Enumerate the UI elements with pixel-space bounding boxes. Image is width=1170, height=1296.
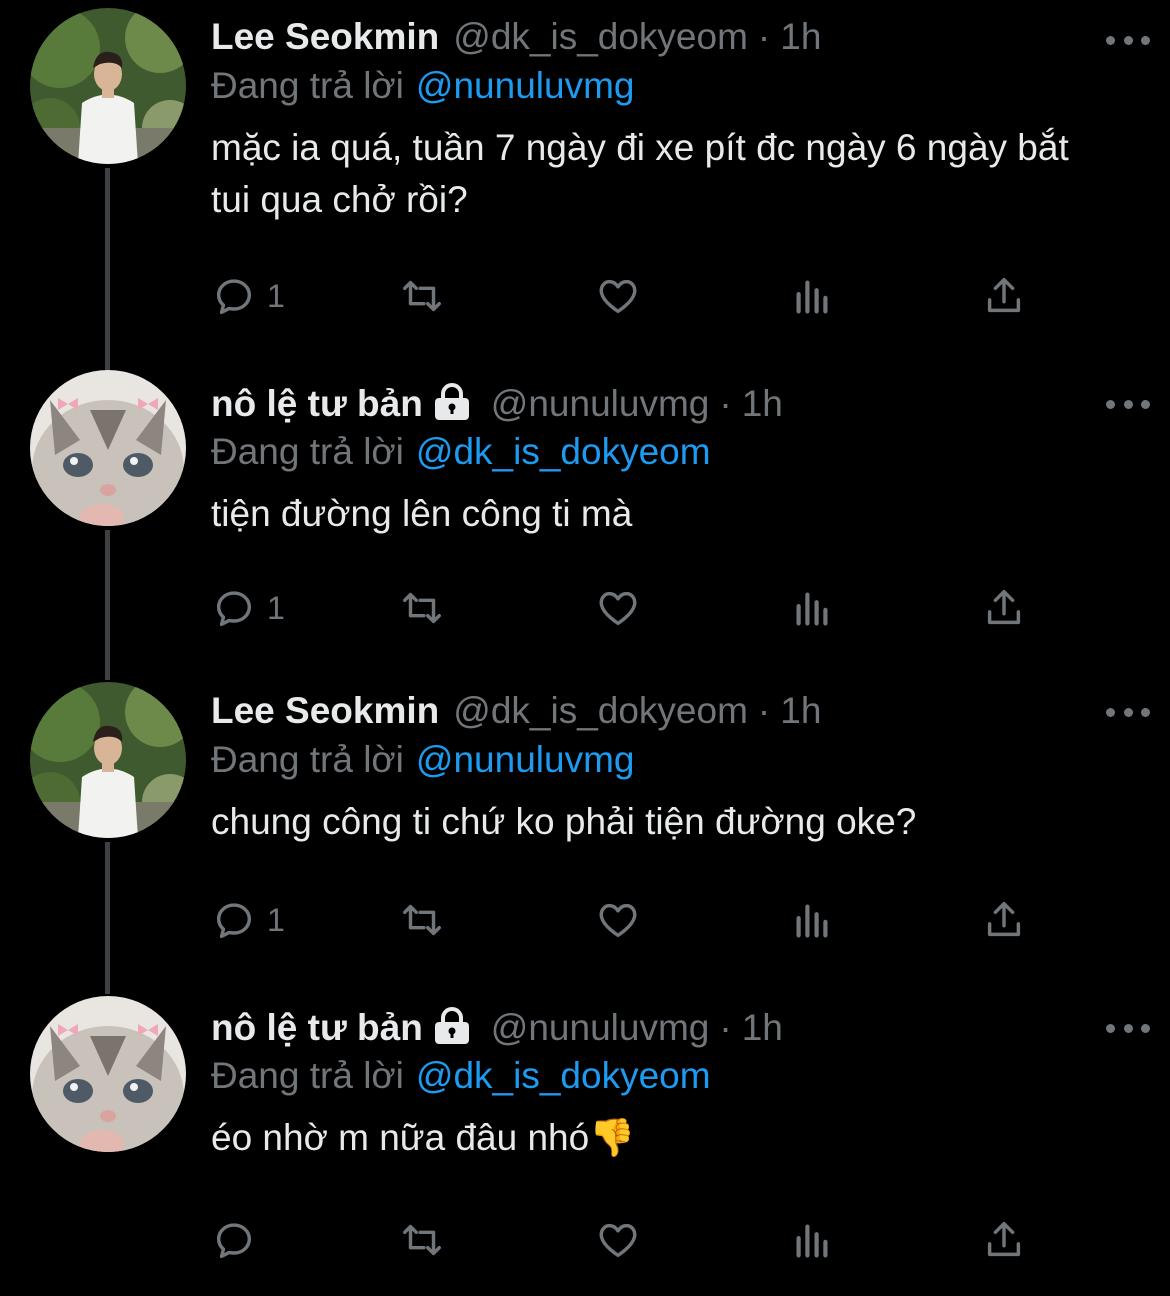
separator-dot: · <box>719 383 732 424</box>
replying-to-label: Đang trả lời <box>211 65 404 106</box>
avatar[interactable] <box>30 996 186 1152</box>
reply-count: 1 <box>267 901 285 938</box>
separator-dot: · <box>757 16 771 57</box>
tweet[interactable]: nô lệ tư bản @nunuluvmg · 1h Đang trả lờ… <box>0 992 1170 1296</box>
timestamp[interactable]: 1h <box>742 1003 783 1053</box>
retweet-button[interactable] <box>399 890 445 950</box>
replying-to-handle[interactable]: @dk_is_dokyeom <box>416 431 711 472</box>
heart-icon <box>599 903 637 938</box>
heart-icon <box>599 1223 637 1258</box>
like-button[interactable] <box>595 890 641 950</box>
avatar[interactable] <box>30 370 186 526</box>
timestamp[interactable]: 1h <box>742 379 783 429</box>
views-chart-icon <box>796 904 828 938</box>
user-handle[interactable]: @nunuluvmg <box>491 1003 710 1053</box>
views-button[interactable] <box>789 266 835 326</box>
tweet-actions: 1 <box>211 578 1041 638</box>
like-button[interactable] <box>595 1210 641 1270</box>
share-icon <box>987 901 1021 937</box>
display-name[interactable]: Lee Seokmin <box>211 686 439 736</box>
retweet-icon <box>403 904 441 936</box>
tweet-text: chung công ti chứ ko phải tiện đường oke… <box>211 801 917 842</box>
display-name[interactable]: Lee Seokmin <box>211 12 439 62</box>
tweet-actions: 1 <box>211 266 1041 326</box>
tweet-text: mặc ia quá, tuần 7 ngày đi xe pít đc ngà… <box>211 127 1080 220</box>
timestamp[interactable]: 1h <box>780 12 821 62</box>
lock-icon <box>434 1007 469 1044</box>
reply-count: 1 <box>267 589 285 626</box>
retweet-button[interactable] <box>399 266 445 326</box>
replying-to-label: Đang trả lời <box>211 431 404 472</box>
retweet-button[interactable] <box>399 578 445 638</box>
views-button[interactable] <box>789 890 835 950</box>
more-options-icon[interactable] <box>1106 1018 1150 1038</box>
share-button[interactable] <box>981 578 1027 638</box>
more-options-icon[interactable] <box>1106 394 1150 414</box>
replying-to-handle[interactable]: @dk_is_dokyeom <box>416 1055 711 1096</box>
user-handle[interactable]: @dk_is_dokyeom <box>453 12 748 62</box>
views-button[interactable] <box>789 1210 835 1270</box>
reply-icon <box>216 903 252 939</box>
tweet-actions <box>211 1210 1041 1270</box>
replying-to-label: Đang trả lời <box>211 739 404 780</box>
tweet[interactable]: nô lệ tư bản @nunuluvmg · 1h Đang trả lờ… <box>0 360 1170 680</box>
avatar[interactable] <box>30 682 186 838</box>
share-button[interactable] <box>981 890 1027 950</box>
share-icon <box>987 277 1021 313</box>
more-options-icon[interactable] <box>1106 30 1150 50</box>
retweet-icon <box>403 592 441 624</box>
heart-icon <box>599 279 637 314</box>
reply-button[interactable]: 1 <box>211 578 285 638</box>
user-handle[interactable]: @nunuluvmg <box>491 379 710 429</box>
tweet-text: éo nhờ m nữa đâu nhó👎 <box>211 1117 636 1158</box>
display-name[interactable]: nô lệ tư bản <box>211 1003 423 1053</box>
reply-icon <box>216 279 252 315</box>
replying-to-handle[interactable]: @nunuluvmg <box>416 739 635 780</box>
avatar[interactable] <box>30 8 186 164</box>
share-icon <box>987 1221 1021 1257</box>
views-chart-icon <box>796 1224 828 1258</box>
retweet-icon <box>403 1224 441 1256</box>
lock-icon <box>434 383 469 420</box>
user-handle[interactable]: @dk_is_dokyeom <box>453 686 748 736</box>
replying-to-label: Đang trả lời <box>211 1055 404 1096</box>
separator-dot: · <box>719 1007 732 1048</box>
reply-button[interactable]: 1 <box>211 266 285 326</box>
retweet-button[interactable] <box>399 1210 445 1270</box>
profile-photo-kitten <box>30 370 186 526</box>
share-button[interactable] <box>981 1210 1027 1270</box>
replying-to-handle[interactable]: @nunuluvmg <box>416 65 635 106</box>
display-name[interactable]: nô lệ tư bản <box>211 379 423 429</box>
more-options-icon[interactable] <box>1106 702 1150 722</box>
share-button[interactable] <box>981 266 1027 326</box>
tweet-thread: Lee Seokmin @dk_is_dokyeom · 1h Đang trả… <box>0 0 1170 1296</box>
separator-dot: · <box>757 690 771 731</box>
reply-icon <box>216 1223 252 1259</box>
tweet[interactable]: Lee Seokmin @dk_is_dokyeom · 1h Đang trả… <box>0 0 1170 360</box>
views-chart-icon <box>796 280 828 314</box>
reply-button[interactable]: 1 <box>211 890 285 950</box>
tweet[interactable]: Lee Seokmin @dk_is_dokyeom · 1h Đang trả… <box>0 680 1170 992</box>
reply-icon <box>216 591 252 627</box>
share-icon <box>987 589 1021 625</box>
like-button[interactable] <box>595 266 641 326</box>
heart-icon <box>599 591 637 626</box>
profile-photo-man <box>30 682 186 838</box>
profile-photo-man <box>30 8 186 164</box>
views-button[interactable] <box>789 578 835 638</box>
views-chart-icon <box>796 592 828 626</box>
retweet-icon <box>403 280 441 312</box>
tweet-actions: 1 <box>211 890 1041 950</box>
reply-count: 1 <box>267 277 285 314</box>
profile-photo-kitten <box>30 996 186 1152</box>
like-button[interactable] <box>595 578 641 638</box>
reply-button[interactable] <box>211 1210 267 1270</box>
tweet-text: tiện đường lên công ti mà <box>211 493 633 534</box>
timestamp[interactable]: 1h <box>780 686 821 736</box>
